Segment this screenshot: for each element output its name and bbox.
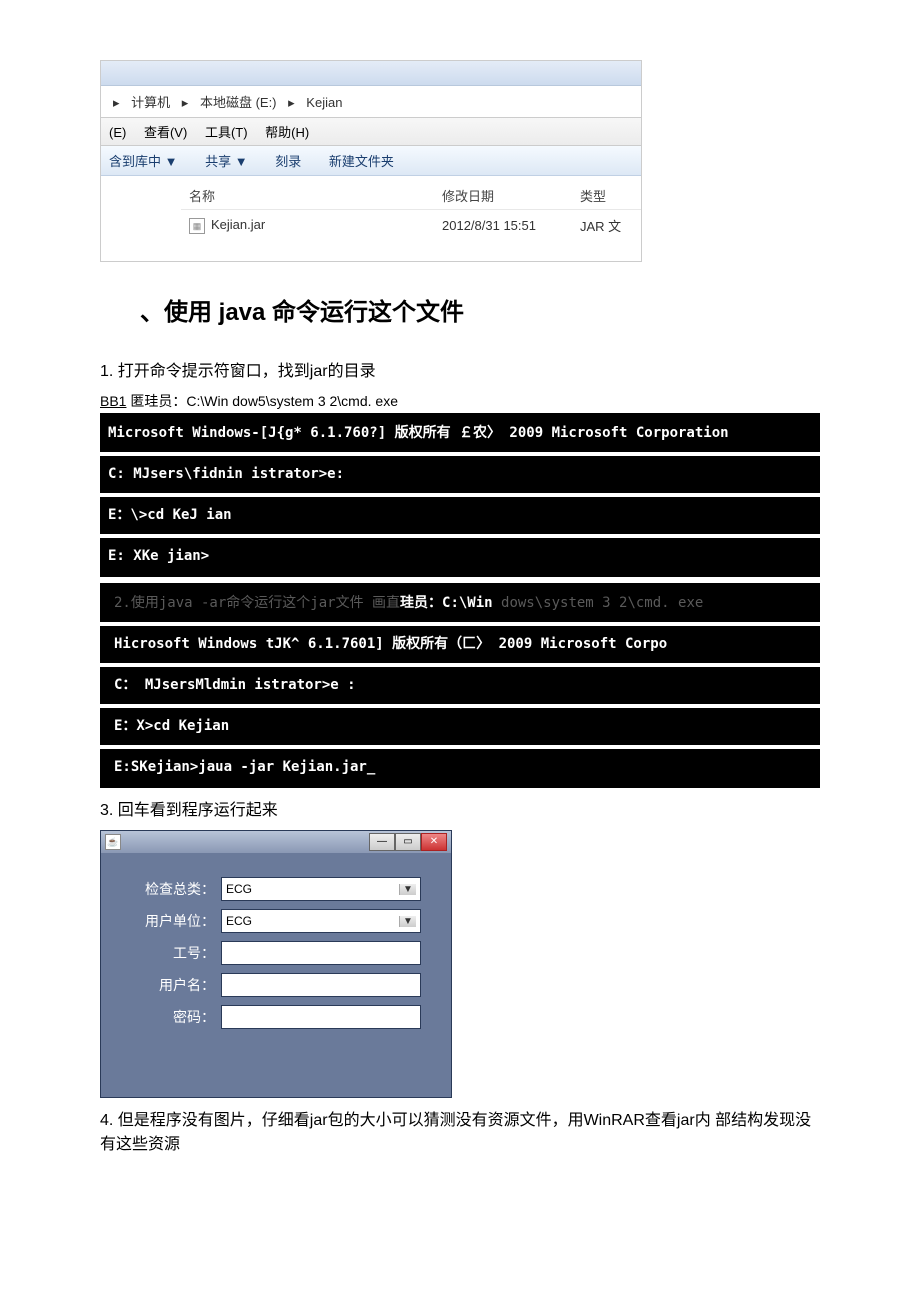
select-value: ECG: [226, 882, 252, 896]
cmd-line: C: MJsers\fidnin istrator>e:: [100, 456, 820, 493]
select-value: ECG: [226, 914, 252, 928]
cmd1-caption: BB1 匿珪员：C:\Win dow5\system 3 2\cmd. exe: [100, 391, 820, 411]
section-heading: 、使用 java 命令运行这个文件: [140, 292, 820, 327]
step-3-text: 3. 回车看到程序运行起来: [100, 796, 820, 820]
caption-path: 匿珪员：C:\Win dow5\system 3 2\cmd. exe: [126, 393, 398, 409]
breadcrumb-seg[interactable]: 本地磁盘 (E:): [200, 95, 277, 110]
label-user-unit: 用户单位：: [131, 911, 221, 931]
col-name[interactable]: 名称: [181, 182, 434, 210]
breadcrumb[interactable]: ▸ 计算机 ▸ 本地磁盘 (E:) ▸ Kejian: [101, 86, 641, 118]
id-input[interactable]: [221, 941, 421, 965]
cmd-line: Microsoft Windows-[J{g* 6.1.760?] 版权所有 ￡…: [100, 415, 820, 452]
file-date: 2012/8/31 15:51: [434, 210, 572, 242]
chevron-down-icon: ▼: [399, 884, 416, 895]
breadcrumb-arrow-icon: ▸: [182, 95, 189, 110]
toolbar-library[interactable]: 含到库中 ▼: [109, 154, 177, 169]
caption-text: 珪员：: [400, 595, 442, 611]
explorer-titlebar: [101, 61, 641, 86]
cmd-window-1: Microsoft Windows-[J{g* 6.1.760?] 版权所有 ￡…: [100, 413, 820, 577]
file-type: JAR 文: [572, 210, 641, 242]
cmd-line: E：X>cd Kejian: [100, 708, 820, 745]
step-4-text: 4. 但是程序没有图片，仔细看jar包的大小可以猜测没有资源文件，用WinRAR…: [100, 1106, 820, 1154]
breadcrumb-seg[interactable]: 计算机: [131, 95, 170, 110]
cmd-line: Hicrosoft Windows tJK^ 6.1.7601] 版权所有（匚〉…: [100, 626, 820, 663]
step-1-text: 1. 打开命令提示符窗口，找到jar的目录: [100, 357, 820, 381]
menubar: (E) 查看(V) 工具(T) 帮助(H): [101, 118, 641, 146]
menu-tools[interactable]: 工具(T): [205, 125, 248, 140]
ghost-text: dows\system 3 2\cmd. exe: [493, 595, 704, 611]
label-id: 工号：: [131, 943, 221, 963]
cmd-line: C： MJsersMldmin istrator>e :: [100, 667, 820, 704]
label-username: 用户名：: [131, 975, 221, 995]
explorer-window: ▸ 计算机 ▸ 本地磁盘 (E:) ▸ Kejian (E) 查看(V) 工具(…: [100, 60, 642, 262]
cmd-line: E: XKe jian>: [100, 538, 820, 575]
java-app-window: ☕ — ▭ ✕ 检查总类： ECG ▼ 用户单位： ECG ▼: [100, 830, 452, 1098]
file-list: 名称 修改日期 类型 ▦ Kejian.jar 2012/8/31 15:51 J…: [101, 176, 641, 261]
ghost-text: 2.使用java -ar命令运行这个jar文件 画直: [114, 595, 400, 611]
explorer-toolbar: 含到库中 ▼ 共享 ▼ 刻录 新建文件夹: [101, 146, 641, 176]
cmd-caption-line: 2.使用java -ar命令运行这个jar文件 画直珪员：C:\Win dows…: [100, 585, 820, 622]
col-date[interactable]: 修改日期: [434, 182, 572, 210]
cmd-line: E:SKejian>jaua -jar Kejian.jar_: [100, 749, 820, 786]
file-name: Kejian.jar: [211, 217, 265, 232]
jar-file-icon: ▦: [189, 218, 205, 234]
label-check-type: 检查总类：: [131, 879, 221, 899]
caption-bold: C:\Win: [442, 595, 493, 611]
username-input[interactable]: [221, 973, 421, 997]
close-button[interactable]: ✕: [421, 833, 447, 851]
cmd-window-2: 2.使用java -ar命令运行这个jar文件 画直珪员：C:\Win dows…: [100, 583, 820, 788]
breadcrumb-seg[interactable]: Kejian: [306, 95, 342, 110]
breadcrumb-arrow-icon: ▸: [113, 95, 120, 110]
col-type[interactable]: 类型: [572, 182, 641, 210]
cmd-line: E：\>cd KeJ ian: [100, 497, 820, 534]
table-row[interactable]: ▦ Kejian.jar 2012/8/31 15:51 JAR 文: [181, 210, 641, 242]
maximize-button[interactable]: ▭: [395, 833, 421, 851]
menu-help[interactable]: 帮助(H): [265, 125, 309, 140]
toolbar-share[interactable]: 共享 ▼: [205, 154, 247, 169]
toolbar-newfolder[interactable]: 新建文件夹: [329, 154, 394, 169]
user-unit-select[interactable]: ECG ▼: [221, 909, 421, 933]
chevron-down-icon: ▼: [399, 916, 416, 927]
toolbar-burn[interactable]: 刻录: [275, 154, 301, 169]
minimize-button[interactable]: —: [369, 833, 395, 851]
breadcrumb-arrow-icon: ▸: [288, 95, 295, 110]
menu-view[interactable]: 查看(V): [144, 125, 187, 140]
label-password: 密码：: [131, 1007, 221, 1027]
check-type-select[interactable]: ECG ▼: [221, 877, 421, 901]
password-input[interactable]: [221, 1005, 421, 1029]
menu-edit[interactable]: (E): [109, 125, 126, 140]
java-icon: ☕: [105, 834, 121, 850]
titlebar[interactable]: ☕ — ▭ ✕: [101, 831, 451, 853]
caption-prefix: BB1: [100, 393, 126, 409]
